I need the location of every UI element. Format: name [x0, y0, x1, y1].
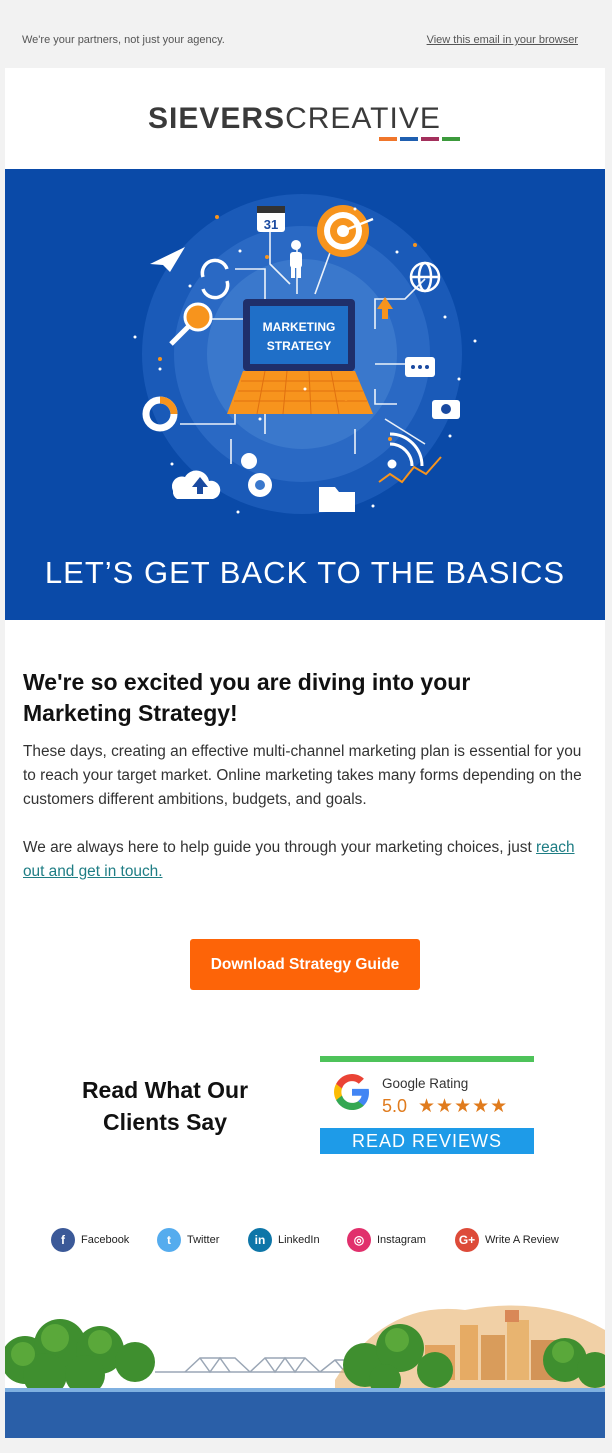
social-label: Instagram [377, 1234, 426, 1246]
instagram-icon: ◎ [347, 1228, 371, 1252]
preheader-tagline: We're your partners, not just your agenc… [22, 34, 225, 46]
social-links: f Facebook t Twitter in LinkedIn ◎ Insta… [5, 1226, 605, 1254]
social-label: Write A Review [485, 1234, 559, 1246]
svg-text:STRATEGY: STRATEGY [267, 339, 331, 353]
svg-text:31: 31 [264, 217, 278, 232]
social-label: Facebook [81, 1234, 130, 1246]
google-plus-icon: G+ [455, 1228, 479, 1252]
clients-heading: Read What Our Clients Say [81, 1077, 249, 1135]
river-edge [5, 1388, 605, 1392]
social-label: LinkedIn [278, 1234, 320, 1246]
facebook-icon: f [51, 1228, 75, 1252]
logo-bar-blue [400, 137, 418, 141]
social-link-write-review[interactable]: G+ Write A Review [455, 1226, 559, 1254]
laptop-icon: MARKETING STRATEGY [227, 299, 373, 415]
chat-bubble-icon [405, 357, 435, 377]
logo-header: SIEVERSCREATIVE [5, 68, 605, 169]
preheader: We're your partners, not just your agenc… [0, 0, 612, 68]
camera-icon [432, 400, 460, 419]
sievers-creative-logo[interactable]: SIEVERSCREATIVE [148, 102, 441, 136]
svg-text:MARKETING: MARKETING [263, 320, 336, 334]
intro-paragraph: These days, creating an effective multi-… [23, 743, 582, 808]
read-reviews-button[interactable]: READ REVIEWS [320, 1128, 534, 1154]
social-link-linkedin[interactable]: in LinkedIn [248, 1226, 320, 1254]
social-link-twitter[interactable]: t Twitter [157, 1226, 219, 1254]
linkedin-icon: in [248, 1228, 272, 1252]
logo-bar-orange [379, 137, 397, 141]
rating-score: 5.0 [382, 1096, 408, 1116]
footer-landscape-illustration [5, 1290, 605, 1438]
marketing-strategy-illustration: 31 MARKETING STRATEGY [133, 194, 477, 514]
rating-title: Google Rating [382, 1076, 469, 1091]
social-link-facebook[interactable]: f Facebook [51, 1226, 129, 1254]
view-in-browser-link[interactable]: View this email in your browser [427, 34, 578, 46]
rating-stars: ★★★★★ [418, 1096, 509, 1117]
email-body: SIEVERSCREATIVE 31 MARKETING STRATEGY LE… [5, 68, 605, 1438]
logo-color-bars [379, 137, 460, 141]
social-label: Twitter [187, 1234, 220, 1246]
twitter-icon: t [157, 1228, 181, 1252]
download-strategy-guide-button[interactable]: Download Strategy Guide [190, 939, 420, 990]
hero-caption: LET’S GET BACK TO THE BASICS [44, 555, 566, 590]
hero-banner[interactable]: 31 MARKETING STRATEGY LET’S GET BACK TO … [5, 169, 605, 620]
rating-top-bar [320, 1056, 534, 1062]
calendar-icon: 31 [257, 206, 285, 232]
google-g-icon [334, 1074, 369, 1110]
social-link-instagram[interactable]: ◎ Instagram [347, 1226, 426, 1254]
help-paragraph: We are always here to help guide you thr… [23, 839, 575, 880]
main-headline: We're so excited you are diving into you… [23, 669, 471, 726]
logo-bar-green [442, 137, 460, 141]
logo-bar-magenta [421, 137, 439, 141]
river [5, 1388, 605, 1438]
google-rating-badge[interactable]: Google Rating 5.0 ★★★★★ READ REVIEWS [320, 1056, 534, 1154]
